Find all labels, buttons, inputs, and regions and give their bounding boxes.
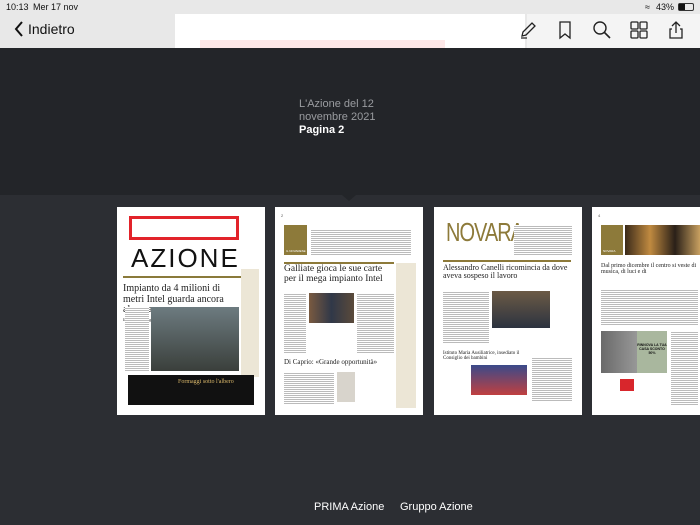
thumb-photo <box>625 225 700 255</box>
issue-title: L'Azione del 12 novembre 2021 <box>299 98 376 123</box>
section-label: IL NOVARESE <box>284 225 307 255</box>
thumb-photo <box>309 293 354 323</box>
top-news-box <box>129 216 239 240</box>
page-thumbnail-3[interactable]: NOVARA Alessandro Canelli ricomincia da … <box>434 207 582 415</box>
footer-link-prima-azione[interactable]: PRIMA Azione <box>314 501 384 513</box>
popover-arrow <box>342 195 356 201</box>
bookmark-icon[interactable] <box>555 20 575 40</box>
thumb-headline-2: Istituto Maria Ausiliatrice, insediato i… <box>443 351 520 362</box>
wifi-icon: ≈ <box>645 2 650 12</box>
battery-percent: 43% <box>655 2 674 12</box>
section-label: NOVARA <box>601 225 623 255</box>
thumb-photo-2 <box>471 365 527 395</box>
back-button[interactable]: Indietro <box>14 21 75 37</box>
pencil-icon[interactable] <box>518 20 538 40</box>
page-label: Pagina 2 <box>299 124 345 136</box>
status-date: Mer 17 nov <box>33 2 79 12</box>
page-thumbnail-1[interactable]: AZIONE Impianto da 4 milioni di metri In… <box>117 207 265 415</box>
thumb-photo-2 <box>337 372 355 402</box>
footer-link-gruppo-azione[interactable]: Gruppo Azione <box>400 501 473 513</box>
page-thumbnail-2[interactable]: 2 IL NOVARESE Galliate gioca le sue cart… <box>275 207 423 415</box>
thumb-ad: RINNOVA LA TUA CASA SCONTO 50% <box>637 331 667 373</box>
page-number: 2 <box>281 213 284 218</box>
battery-icon <box>678 3 694 11</box>
thumb-headline: Galliate gioca le sue carte per il mega … <box>284 264 383 284</box>
thumb-photo <box>151 307 239 371</box>
background-page-strip <box>200 40 445 48</box>
pages-grid-icon[interactable] <box>629 20 649 40</box>
thumb-headline-2: Di Caprio: «Grande opportunità» <box>284 358 378 366</box>
toolbar <box>518 20 686 40</box>
thumb-headline: Alessandro Canelli ricomincia da dove av… <box>443 263 568 281</box>
search-icon[interactable] <box>592 20 612 40</box>
status-bar: 10:13 Mer 17 nov ≈ 43% <box>0 0 700 14</box>
page-number: 4 <box>598 213 601 218</box>
chevron-left-icon <box>14 21 23 37</box>
back-label: Indietro <box>28 21 75 37</box>
ad-logo <box>620 379 634 391</box>
thumb-ad: Formaggi sotto l'albero <box>128 375 254 405</box>
share-icon[interactable] <box>666 20 686 40</box>
status-time: 10:13 <box>6 2 29 12</box>
masthead: AZIONE <box>131 243 240 273</box>
page-thumbnail-4[interactable]: 4 NOVARA Dal primo dicembre il centro si… <box>592 207 700 415</box>
thumb-headline: Dal primo dicembre il centro si veste di… <box>601 263 697 276</box>
thumb-photo <box>492 291 550 328</box>
